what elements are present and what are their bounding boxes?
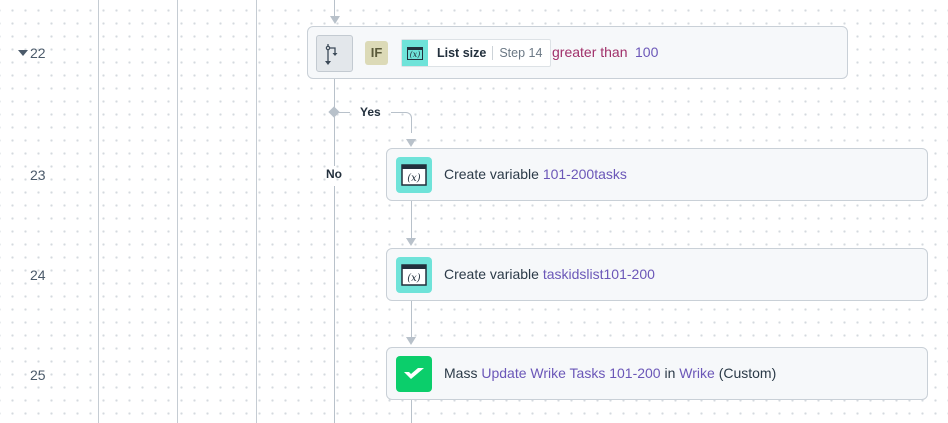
step-connector-text: in xyxy=(660,365,680,381)
flow-line xyxy=(411,399,412,423)
wrike-check-icon xyxy=(396,356,432,392)
step-action: Create variable xyxy=(444,266,543,282)
column-divider xyxy=(177,0,178,423)
branch-label-no: No xyxy=(326,167,342,181)
variable-icon: (x) xyxy=(396,257,432,293)
flow-line-no xyxy=(334,186,335,423)
flow-line-yes xyxy=(391,112,412,133)
line-number: 23 xyxy=(30,167,46,183)
if-condition-step[interactable]: IF (x) List size Step 14 greater than 10… xyxy=(307,26,848,79)
flow-line-yes xyxy=(338,112,350,113)
flow-arrow-icon xyxy=(406,238,416,246)
svg-text:(x): (x) xyxy=(407,273,421,284)
create-variable-step[interactable]: (x) Create variable taskidslist101-200 xyxy=(386,248,928,301)
condition-operator: greater than xyxy=(552,44,628,60)
if-badge: IF xyxy=(365,41,388,65)
flow-line xyxy=(411,300,412,339)
flow-arrow-icon xyxy=(406,139,416,147)
variable-icon: (x) xyxy=(396,157,432,193)
column-divider xyxy=(98,0,99,423)
wrike-action-step[interactable]: Mass Update Wrike Tasks 101-200 in Wrike… xyxy=(386,347,928,400)
line-number: 24 xyxy=(30,267,46,283)
variable-name: taskidslist101-200 xyxy=(542,266,655,282)
line-number: 22 xyxy=(30,45,46,61)
app-name: Wrike xyxy=(679,365,715,381)
collapse-caret-icon[interactable] xyxy=(18,50,28,56)
datapill-step: Step 14 xyxy=(499,46,543,60)
flow-line-no xyxy=(334,78,335,166)
condition-value: 100 xyxy=(635,44,659,60)
flow-arrow-icon xyxy=(406,337,416,345)
step-action: Mass xyxy=(444,365,482,381)
action-name: Update Wrike Tasks 101-200 xyxy=(481,365,661,381)
column-divider xyxy=(256,0,257,423)
branch-label-yes: Yes xyxy=(360,105,381,119)
list-size-datapill[interactable]: (x) List size Step 14 xyxy=(401,39,552,67)
flow-line xyxy=(411,200,412,240)
line-number: 25 xyxy=(30,367,46,383)
create-variable-step[interactable]: (x) Create variable 101-200tasks xyxy=(386,148,928,201)
step-suffix: (Custom) xyxy=(714,365,777,381)
flow-arrow-icon xyxy=(330,16,340,24)
branch-icon xyxy=(316,35,353,72)
variable-name: 101-200tasks xyxy=(542,166,627,182)
svg-text:(x): (x) xyxy=(407,173,421,184)
step-action: Create variable xyxy=(444,166,543,182)
variable-icon: (x) xyxy=(402,40,428,66)
datapill-label: List size xyxy=(437,46,487,60)
